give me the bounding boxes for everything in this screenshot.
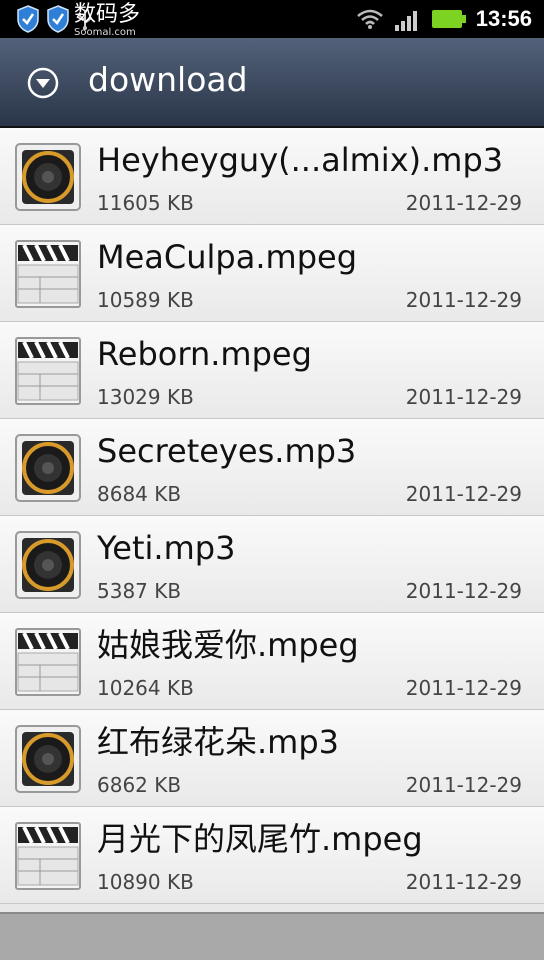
- file-name: MeaCulpa.mpeg: [97, 238, 357, 276]
- video-file-icon: [15, 240, 81, 308]
- title-bar[interactable]: download: [0, 38, 544, 128]
- audio-file-icon: [15, 725, 81, 793]
- file-name: Yeti.mp3: [97, 529, 236, 567]
- file-size: 13029 KB: [97, 385, 194, 409]
- clock: 13:56: [475, 6, 532, 31]
- list-item[interactable]: Yeti.mp3 5387 KB 2011-12-29: [0, 516, 544, 613]
- chevron-down-icon[interactable]: [26, 66, 60, 100]
- page-title: download: [88, 60, 248, 99]
- file-date: 2011-12-29: [405, 288, 522, 312]
- battery-icon: [431, 10, 466, 28]
- file-size: 10890 KB: [97, 870, 194, 894]
- audio-file-icon: [15, 531, 81, 599]
- video-file-icon: [15, 628, 81, 696]
- watermark: 数码多 Soomal.com: [74, 2, 140, 38]
- list-item[interactable]: Reborn.mpeg 13029 KB 2011-12-29: [0, 322, 544, 419]
- bottom-bar: [0, 912, 544, 960]
- file-date: 2011-12-29: [405, 385, 522, 409]
- file-size: 6862 KB: [97, 773, 182, 797]
- list-item[interactable]: Heyheyguy(...almix).mp3 11605 KB 2011-12…: [0, 128, 544, 225]
- file-date: 2011-12-29: [405, 676, 522, 700]
- audio-file-icon: [15, 434, 81, 502]
- file-list: Heyheyguy(...almix).mp3 11605 KB 2011-12…: [0, 128, 544, 904]
- file-name: Secreteyes.mp3: [97, 432, 357, 470]
- video-file-icon: [15, 822, 81, 890]
- file-date: 2011-12-29: [405, 579, 522, 603]
- wifi-icon: [356, 9, 383, 29]
- file-size: 5387 KB: [97, 579, 182, 603]
- signal-icon: [394, 11, 417, 31]
- list-item[interactable]: 姑娘我爱你.mpeg 10264 KB 2011-12-29: [0, 613, 544, 710]
- status-bar: 数码多 Soomal.com 13:56: [0, 0, 544, 38]
- file-name: Reborn.mpeg: [97, 335, 312, 373]
- watermark-subtext: Soomal.com: [74, 27, 136, 38]
- file-date: 2011-12-29: [405, 773, 522, 797]
- file-date: 2011-12-29: [405, 870, 522, 894]
- file-date: 2011-12-29: [405, 482, 522, 506]
- shield-icon: [17, 5, 39, 33]
- system-status: 13:56: [356, 0, 532, 38]
- list-item[interactable]: 月光下的凤尾竹.mpeg 10890 KB 2011-12-29: [0, 807, 544, 904]
- file-size: 8684 KB: [97, 482, 182, 506]
- watermark-text: 数码多: [74, 2, 141, 27]
- file-name: Heyheyguy(...almix).mp3: [97, 141, 504, 179]
- list-item[interactable]: MeaCulpa.mpeg 10589 KB 2011-12-29: [0, 225, 544, 322]
- file-name: 姑娘我爱你.mpeg: [97, 626, 359, 664]
- file-name: 月光下的凤尾竹.mpeg: [97, 820, 423, 858]
- list-item[interactable]: 红布绿花朵.mp3 6862 KB 2011-12-29: [0, 710, 544, 807]
- file-name: 红布绿花朵.mp3: [97, 723, 340, 761]
- video-file-icon: [15, 337, 81, 405]
- shield-icon: [47, 5, 69, 33]
- list-item[interactable]: Secreteyes.mp3 8684 KB 2011-12-29: [0, 419, 544, 516]
- file-date: 2011-12-29: [405, 191, 522, 215]
- file-size: 10264 KB: [97, 676, 194, 700]
- audio-file-icon: [15, 143, 81, 211]
- file-size: 10589 KB: [97, 288, 194, 312]
- file-size: 11605 KB: [97, 191, 194, 215]
